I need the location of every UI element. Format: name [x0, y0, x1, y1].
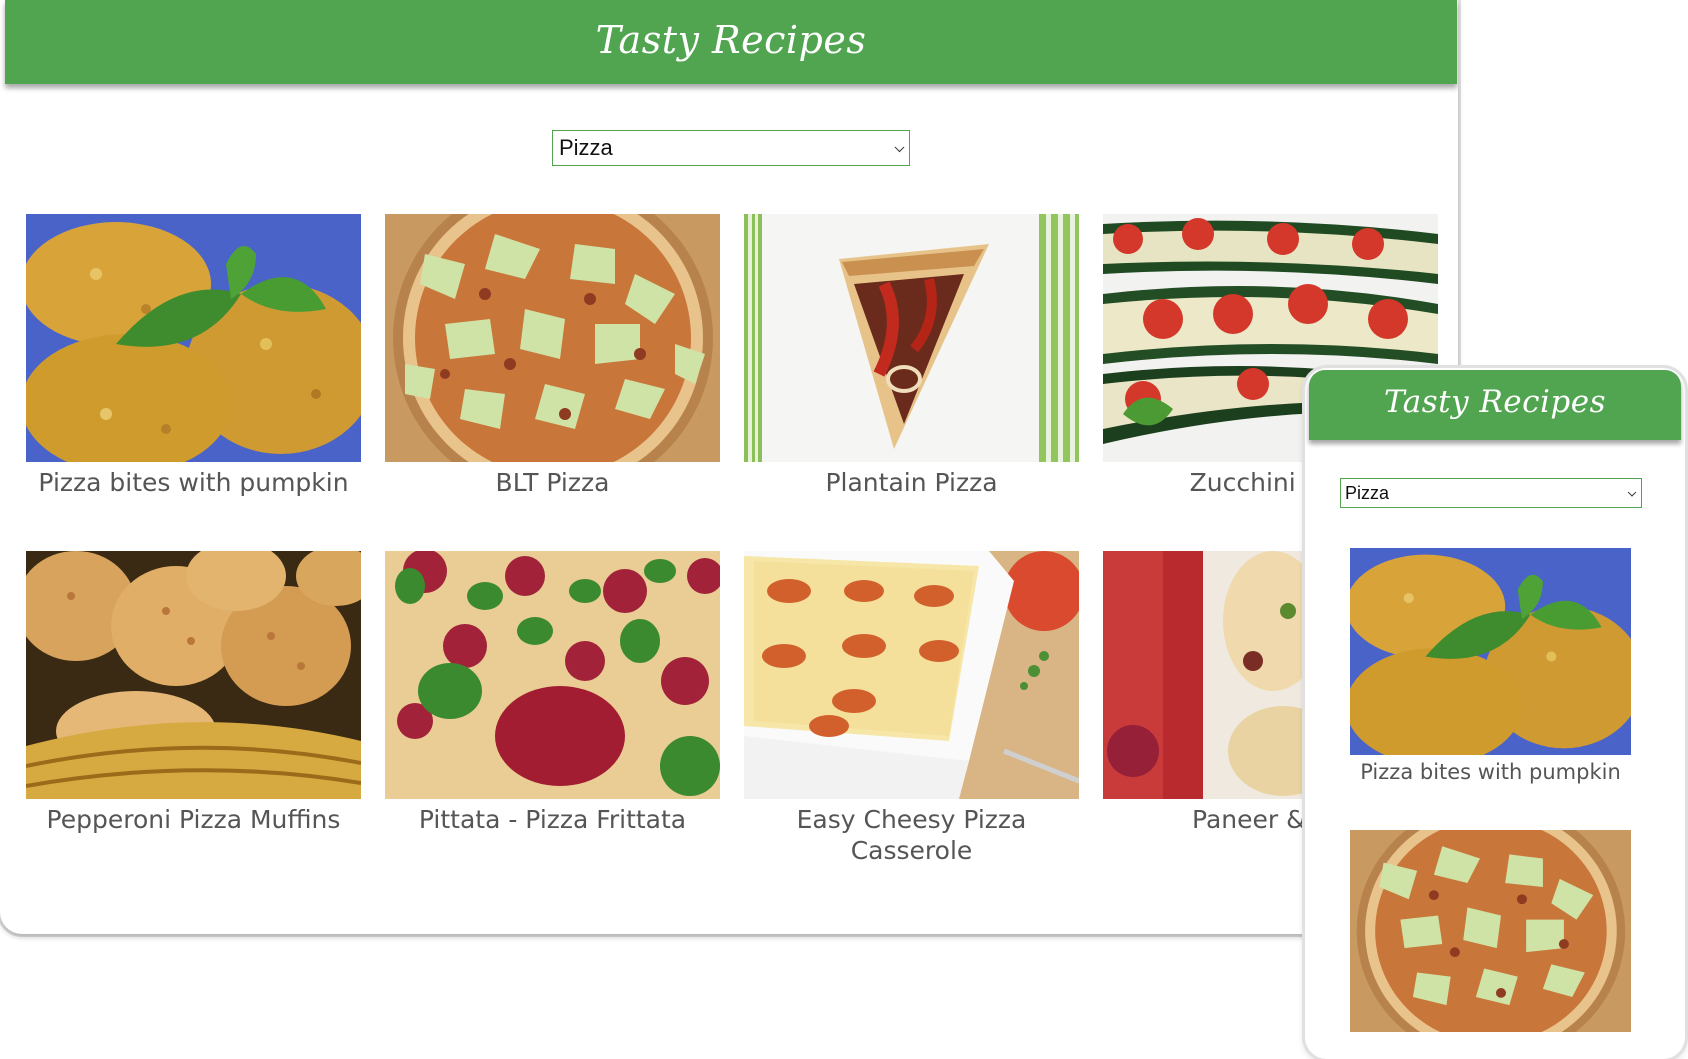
chevron-down-icon	[1627, 488, 1637, 497]
site-header: Tasty Recipes	[5, 0, 1457, 84]
recipe-card[interactable]	[1350, 830, 1631, 1032]
recipe-card[interactable]: Pittata - Pizza Frittata	[385, 551, 720, 835]
recipe-title: Pizza bites with pumpkin	[1360, 760, 1621, 784]
pizza-bites-photo	[1350, 548, 1631, 755]
recipe-card[interactable]: Plantain Pizza	[744, 214, 1079, 498]
recipe-title: Pizza bites with pumpkin	[38, 468, 349, 497]
pepperoni-muffins-photo	[26, 551, 361, 799]
recipe-title: Pittata - Pizza Frittata	[418, 805, 687, 834]
category-select[interactable]: Pizza	[552, 130, 910, 166]
pittata-photo	[385, 551, 720, 799]
recipe-title: Easy Cheesy Pizza Casserole	[796, 805, 1027, 866]
casserole-photo	[744, 551, 1079, 799]
recipe-title: Pepperoni Pizza Muffins	[46, 805, 341, 834]
mobile-window: Tasty Recipes Pizza Pizza bites with pum…	[1305, 368, 1685, 1059]
recipe-card[interactable]: Pizza bites with pumpkin	[26, 214, 361, 498]
recipe-title: BLT Pizza	[495, 468, 610, 497]
mobile-category-select[interactable]: Pizza	[1340, 478, 1642, 508]
mobile-category-select-value: Pizza	[1345, 482, 1390, 503]
recipe-card[interactable]: Pizza bites with pumpkin	[1350, 548, 1631, 785]
recipe-card[interactable]: Easy Cheesy Pizza Casserole	[744, 551, 1079, 867]
desktop-window: Tasty Recipes Pizza Pizza bites with pum…	[0, 0, 1458, 934]
mobile-site-title[interactable]: Tasty Recipes	[1384, 384, 1606, 420]
mobile-site-header: Tasty Recipes	[1309, 370, 1681, 440]
recipe-card[interactable]: Pepperoni Pizza Muffins	[26, 551, 361, 835]
recipe-card[interactable]: BLT Pizza	[385, 214, 720, 498]
plantain-pizza-photo	[744, 214, 1079, 462]
recipe-title: Plantain Pizza	[825, 468, 998, 497]
blt-pizza-photo	[385, 214, 720, 462]
blt-pizza-photo	[1350, 830, 1631, 1032]
chevron-down-icon	[894, 142, 905, 153]
pizza-bites-photo	[26, 214, 361, 462]
category-select-value: Pizza	[559, 135, 613, 160]
site-title[interactable]: Tasty Recipes	[596, 18, 867, 62]
